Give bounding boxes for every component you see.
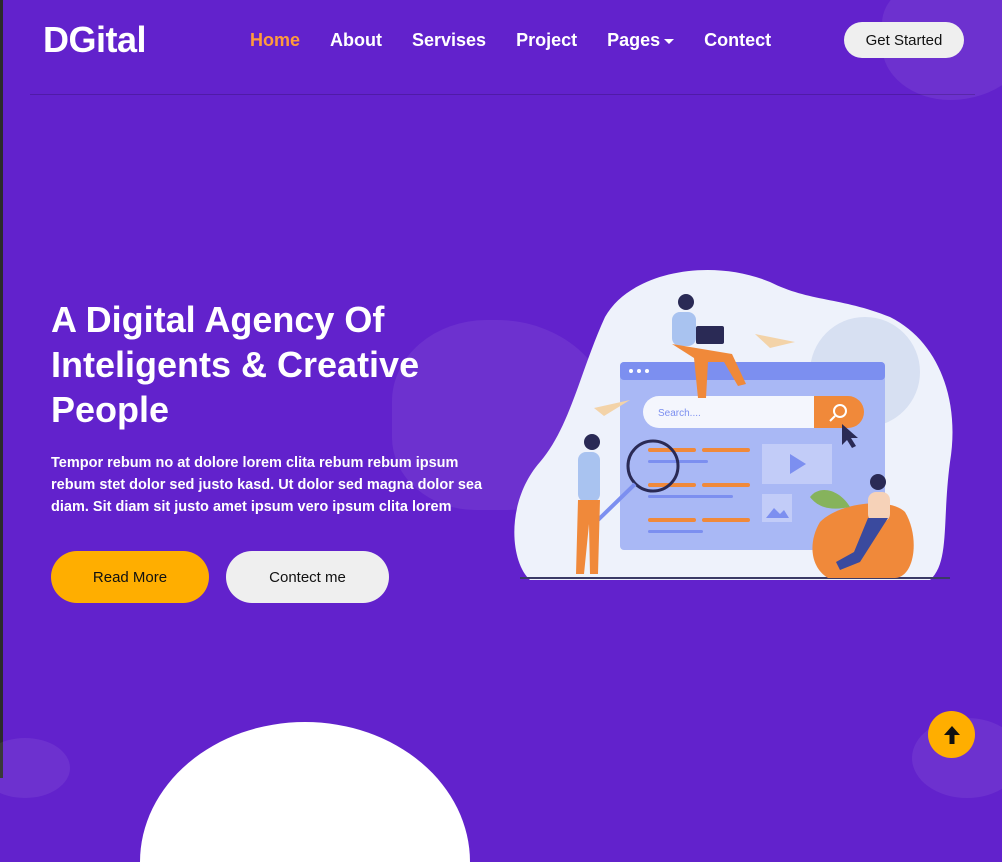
nav-link-services[interactable]: Servises	[412, 30, 486, 51]
nav-link-pages-dropdown[interactable]: Pages	[607, 30, 675, 51]
search-placeholder: Search....	[658, 408, 701, 419]
person-torso	[672, 312, 696, 346]
nav-link-contact[interactable]: Contect	[704, 30, 771, 51]
content-line	[648, 495, 733, 498]
caret-down-icon	[664, 38, 675, 44]
decorative-blob	[0, 738, 70, 798]
browser-titlebar	[620, 362, 885, 380]
arrow-up-icon	[943, 725, 960, 744]
back-to-top-button[interactable]	[928, 711, 975, 758]
hero-illustration: Search....	[514, 269, 953, 580]
search-button-shape	[814, 396, 864, 428]
window-edge	[0, 0, 3, 778]
person-head	[678, 294, 694, 310]
nav-link-project[interactable]: Project	[516, 30, 577, 51]
nav-link-about[interactable]: About	[330, 30, 382, 51]
read-more-button[interactable]: Read More	[51, 551, 209, 603]
brand-logo[interactable]: DGital	[43, 19, 147, 61]
window-dot	[629, 369, 633, 373]
get-started-button[interactable]: Get Started	[844, 22, 964, 58]
person-torso	[868, 492, 890, 522]
content-line	[702, 448, 750, 452]
laptop-icon	[696, 326, 724, 344]
content-line	[648, 530, 703, 533]
nav-link-home[interactable]: Home	[250, 30, 300, 51]
content-line	[648, 518, 696, 522]
window-dot	[645, 369, 649, 373]
hero-description: Tempor rebum no at dolore lorem clita re…	[51, 455, 483, 515]
window-dot	[637, 369, 641, 373]
content-line	[702, 518, 750, 522]
contact-me-button[interactable]: Contect me	[226, 551, 389, 603]
bottom-wave-shape	[140, 722, 470, 862]
person-head	[870, 474, 886, 490]
content-line	[702, 483, 750, 487]
nav-divider	[30, 94, 975, 95]
person-torso	[578, 452, 600, 502]
nav-menu: Home About Servises Project Pages Contec…	[250, 30, 801, 51]
nav-link-pages-label: Pages	[607, 30, 661, 50]
person-head	[584, 434, 600, 450]
hero-title: A Digital Agency Of Inteligents & Creati…	[51, 299, 420, 430]
navbar: DGital Home About Servises Project Pages…	[0, 0, 1002, 95]
